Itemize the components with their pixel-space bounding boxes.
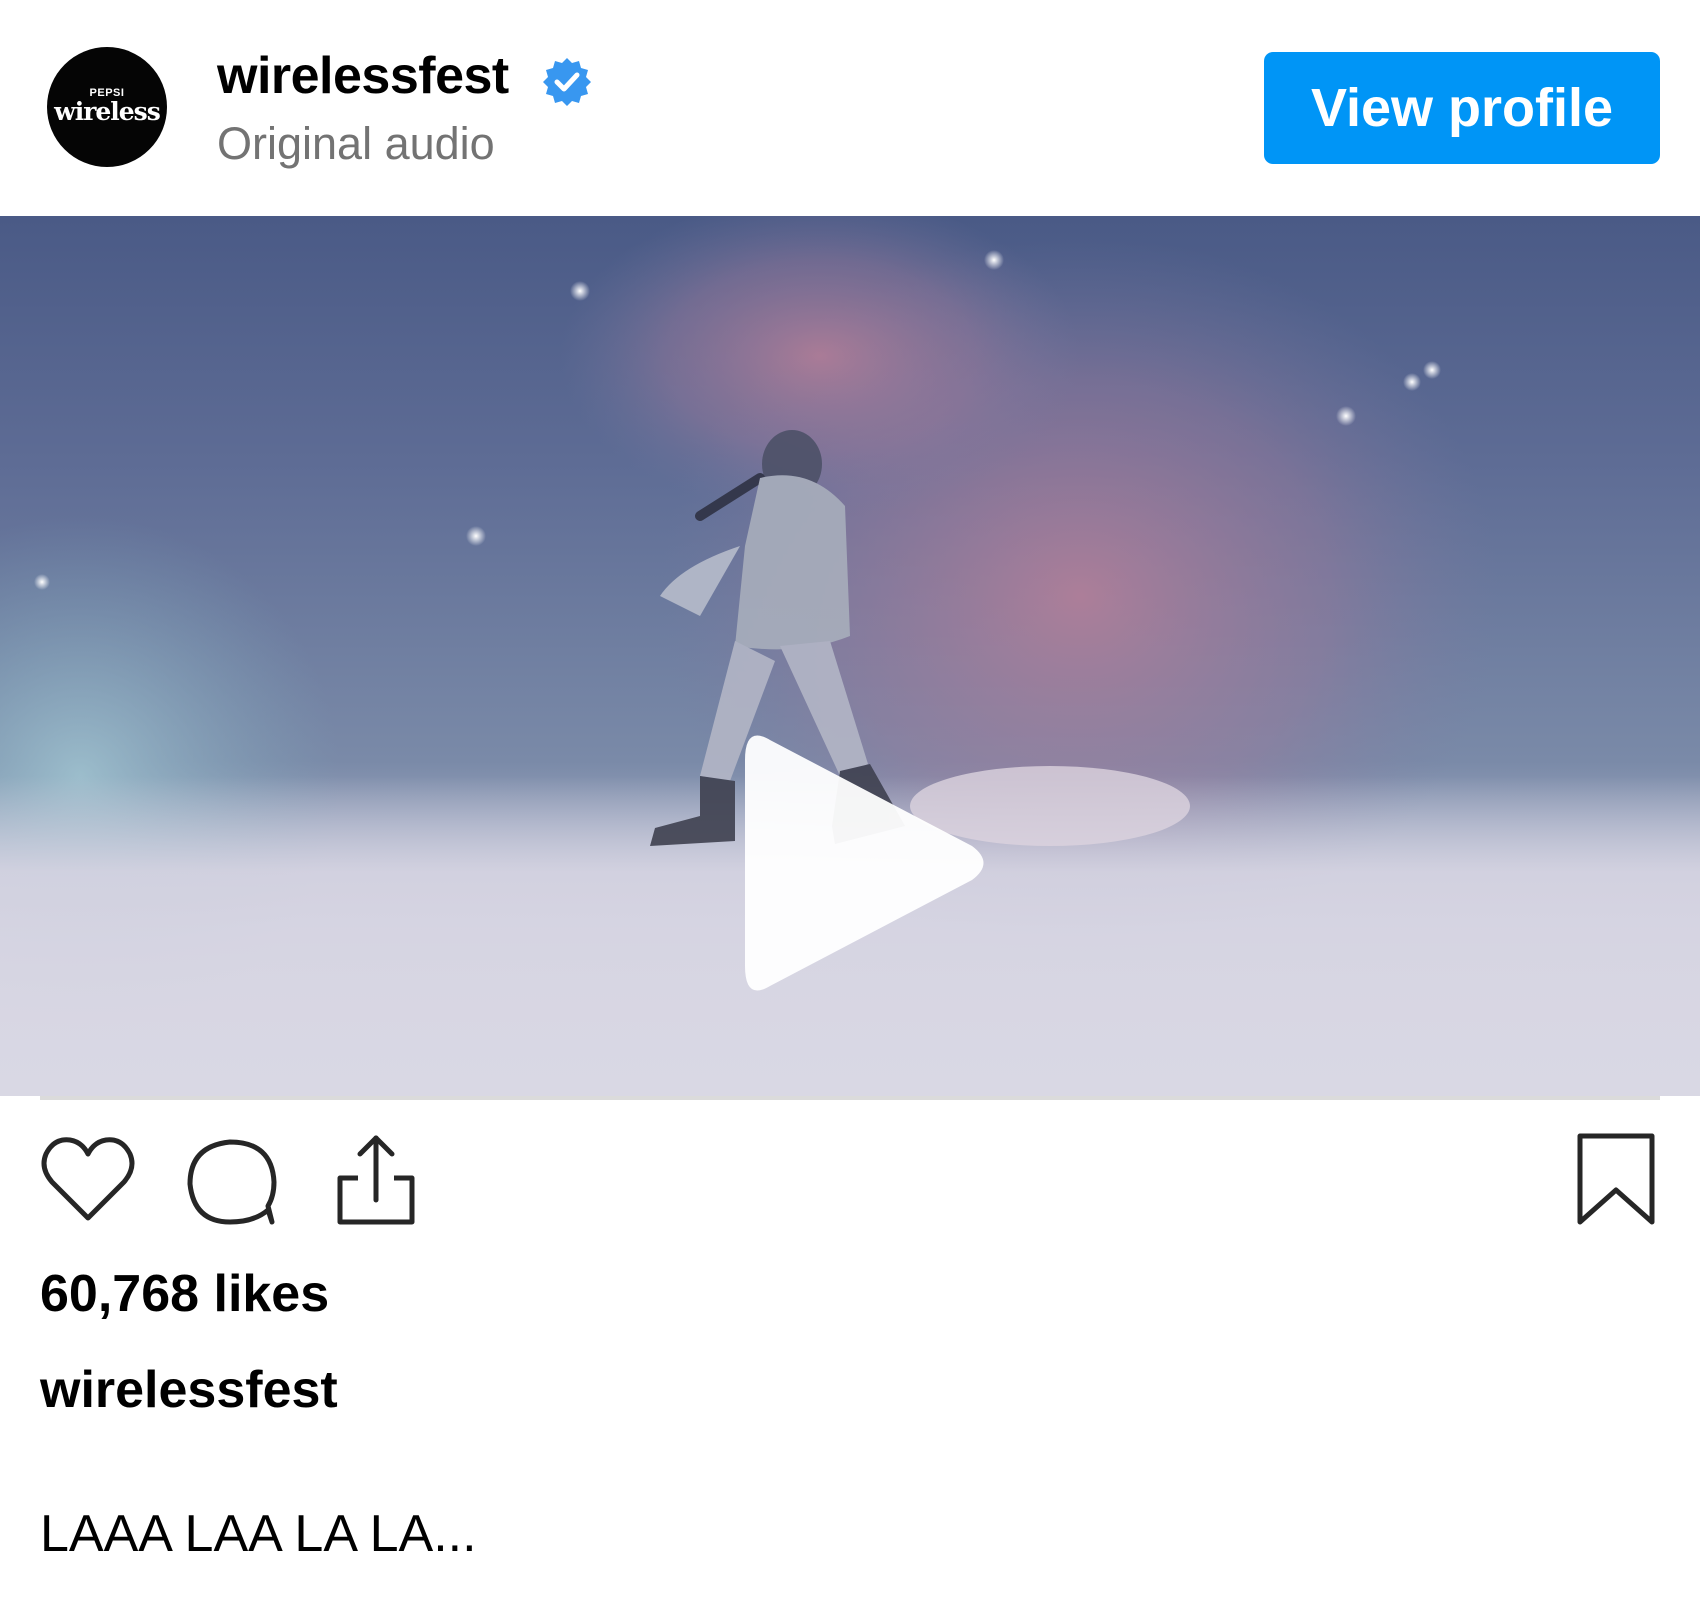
account-name[interactable]: wirelessfest bbox=[217, 45, 509, 107]
verified-badge-icon bbox=[543, 58, 591, 106]
view-profile-button[interactable]: View profile bbox=[1264, 52, 1660, 164]
video-player[interactable] bbox=[0, 216, 1700, 1096]
share-icon[interactable] bbox=[326, 1130, 426, 1230]
heart-icon[interactable] bbox=[38, 1130, 138, 1230]
avatar-brand-main: wireless bbox=[54, 97, 161, 126]
post-actions bbox=[0, 1120, 1700, 1240]
video-progress-track[interactable] bbox=[40, 1096, 1660, 1100]
play-icon[interactable] bbox=[740, 730, 990, 996]
caption-username[interactable]: wirelessfest bbox=[40, 1358, 338, 1422]
caption-text: LAAA LAA LA LA... bbox=[40, 1505, 477, 1563]
bookmark-icon[interactable] bbox=[1566, 1130, 1666, 1230]
comment-icon[interactable] bbox=[182, 1130, 282, 1230]
post-header: PEPSI wireless wirelessfest Original aud… bbox=[0, 0, 1700, 216]
avatar[interactable]: PEPSI wireless bbox=[47, 47, 167, 167]
audio-label[interactable]: Original audio bbox=[217, 116, 495, 172]
likes-count[interactable]: 60,768 likes bbox=[40, 1262, 329, 1326]
